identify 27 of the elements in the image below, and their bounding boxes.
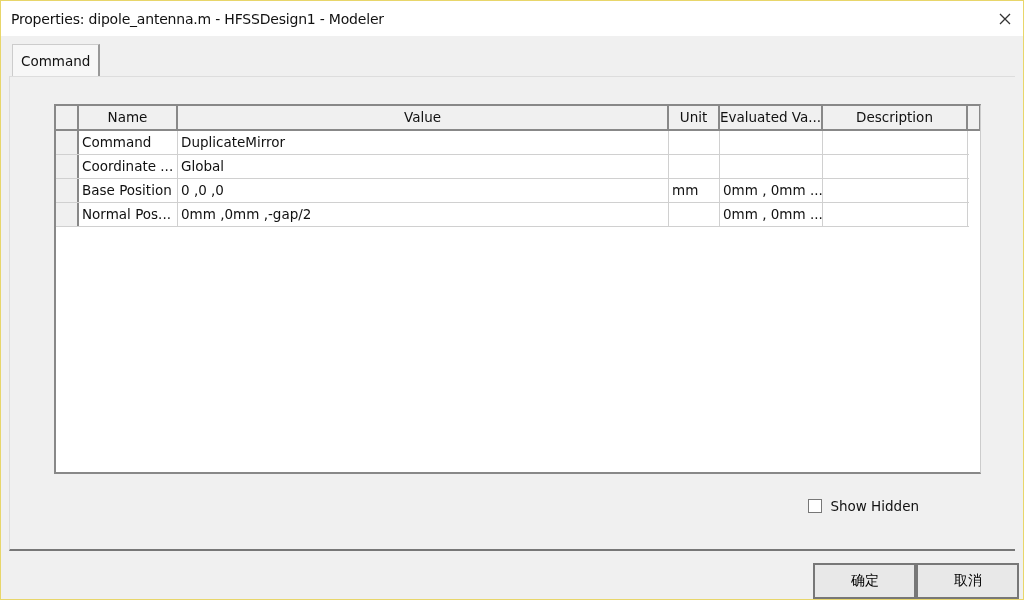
- table-cell: mm: [669, 179, 720, 202]
- row-header[interactable]: [56, 131, 79, 154]
- table-cell: 0 ,0 ,0: [178, 179, 669, 202]
- checkbox[interactable]: [808, 499, 823, 513]
- table-cell: Normal Pos...: [79, 203, 178, 226]
- table-cell: 0mm , 0mm ...: [720, 203, 823, 226]
- column-header[interactable]: Evaluated Va...: [720, 106, 823, 129]
- table-cell: Command: [79, 131, 178, 154]
- table-cell: Coordinate ...: [79, 155, 178, 178]
- table-cell: 0mm , 0mm ...: [720, 179, 823, 202]
- dialog-button[interactable]: 确定: [813, 563, 916, 599]
- row-header[interactable]: [56, 203, 79, 226]
- column-header[interactable]: Name: [79, 106, 178, 129]
- column-header[interactable]: Value: [178, 106, 669, 129]
- row-header[interactable]: [56, 155, 79, 178]
- table-cell: 0mm ,0mm ,-gap/2: [178, 203, 669, 226]
- window-title: Properties: dipole_antenna.m - HFSSDesign1 - Modeler: [11, 10, 385, 27]
- table-cell: Base Position: [79, 179, 178, 202]
- table-cell: DuplicateMirror: [178, 131, 669, 154]
- column-header[interactable]: Unit: [669, 106, 720, 129]
- tab[interactable]: Command: [12, 44, 101, 77]
- checkbox-label: Show Hidden: [830, 498, 919, 514]
- table-cell: Global: [178, 155, 669, 178]
- row-header[interactable]: [56, 179, 79, 202]
- dialog-button[interactable]: 取消: [916, 563, 1019, 599]
- close-icon[interactable]: [999, 12, 1011, 25]
- column-header[interactable]: Description: [823, 106, 968, 129]
